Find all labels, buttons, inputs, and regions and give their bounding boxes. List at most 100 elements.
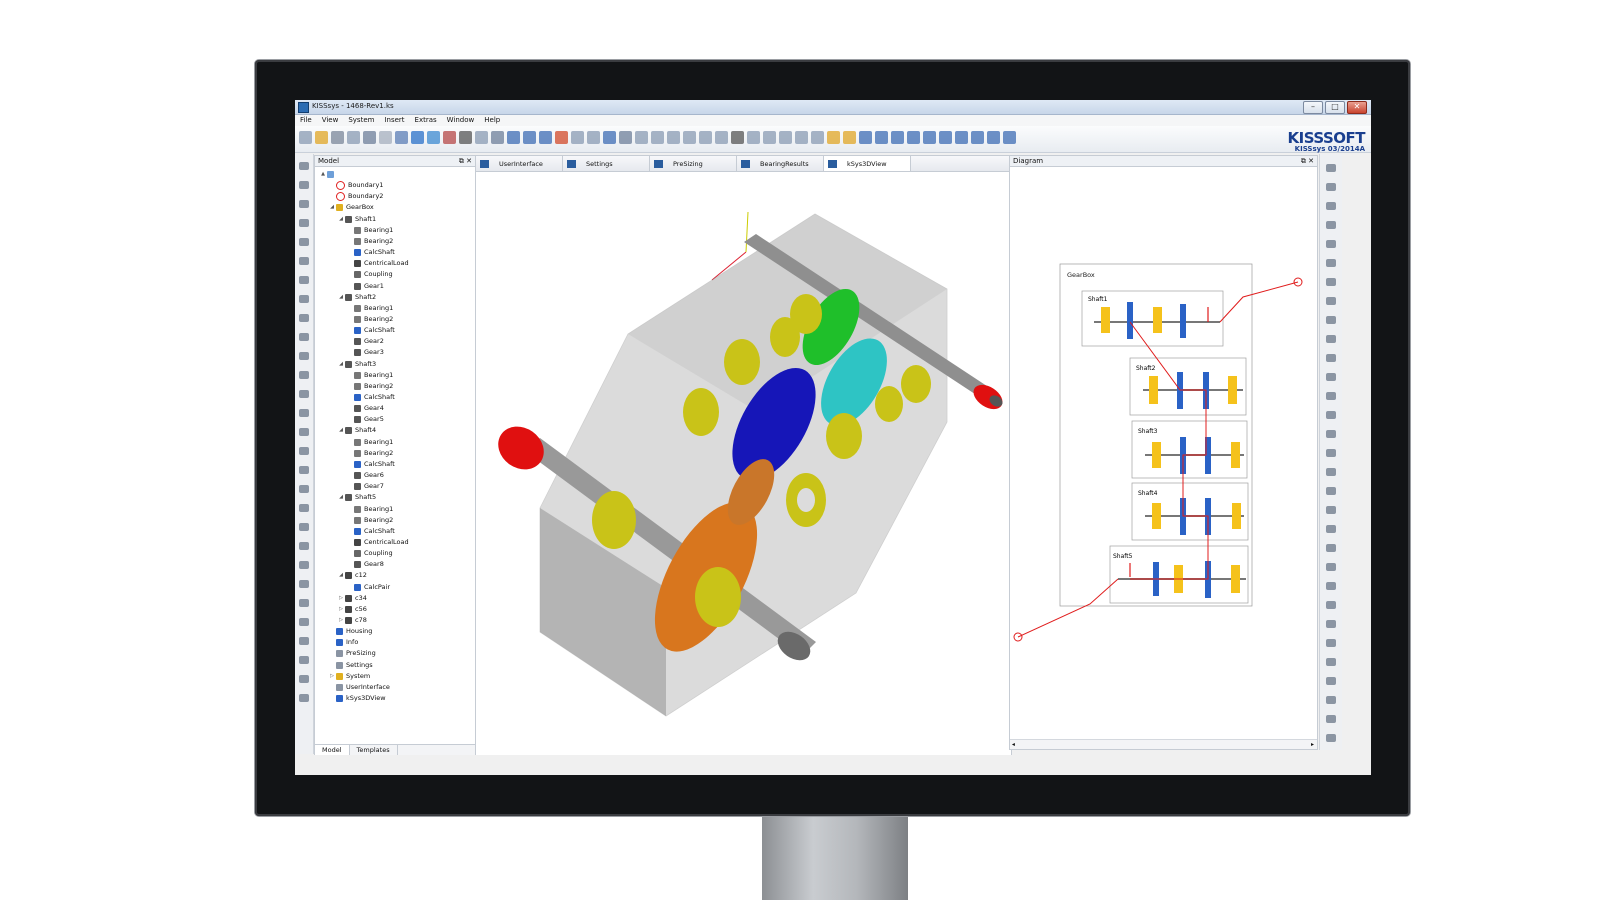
tree-item[interactable]: ◢ Shaft1 [337,214,376,225]
toolbar-tool-icon[interactable] [427,131,440,144]
tree-item[interactable]: ◢ Shaft5 [337,492,376,503]
toolbar-tool-icon[interactable] [571,131,584,144]
diagram-tool-icon[interactable] [1326,392,1336,400]
tree-item[interactable]: CalcPair [346,582,390,593]
tree-item[interactable]: Gear7 [346,481,384,492]
diagram-tool-icon[interactable] [1326,506,1336,514]
tree-item[interactable]: PreSizing [328,648,376,659]
toolbar-tool-icon[interactable] [523,131,536,144]
insert-element-icon[interactable] [299,257,309,265]
insert-element-icon[interactable] [299,656,309,664]
diagram-tool-icon[interactable] [1326,373,1336,381]
toolbar-tool-icon[interactable] [779,131,792,144]
tree-twisty-icon[interactable]: ▷ [328,671,336,682]
insert-element-icon[interactable] [299,295,309,303]
gearbox-3d-view[interactable] [476,172,1011,756]
tree-item[interactable]: Bearing1 [346,370,393,381]
diagram-tool-icon[interactable] [1326,677,1336,685]
insert-element-icon[interactable] [299,580,309,588]
insert-element-icon[interactable] [299,485,309,493]
minimize-icon[interactable]: – [1303,101,1323,114]
diagram-tool-icon[interactable] [1326,202,1336,210]
diagram-tool-icon[interactable] [1326,582,1336,590]
tab-settings[interactable]: Settings [563,156,650,171]
insert-element-icon[interactable] [299,219,309,227]
diagram-tool-icon[interactable] [1326,468,1336,476]
insert-element-icon[interactable] [299,542,309,550]
tree-item[interactable]: CalcShaft [346,247,395,258]
insert-element-icon[interactable] [299,371,309,379]
toolbar-tool-icon[interactable] [763,131,776,144]
toolbar-tool-icon[interactable] [587,131,600,144]
menu-system[interactable]: System [343,115,379,126]
tree-item[interactable]: Coupling [346,548,393,559]
tree-twisty-icon[interactable]: ◢ [337,214,345,225]
diagram-tool-icon[interactable] [1326,658,1336,666]
toolbar-tool-icon[interactable] [843,131,856,144]
toolbar-tool-icon[interactable] [795,131,808,144]
toolbar-tool-icon[interactable] [811,131,824,144]
insert-element-icon[interactable] [299,504,309,512]
toolbar-tool-icon[interactable] [507,131,520,144]
diagram-tool-icon[interactable] [1326,734,1336,742]
toolbar-tool-icon[interactable] [443,131,456,144]
diagram-tool-icon[interactable] [1326,183,1336,191]
insert-element-icon[interactable] [299,447,309,455]
insert-element-icon[interactable] [299,390,309,398]
toolbar-tool-icon[interactable] [475,131,488,144]
toolbar-tool-icon[interactable] [363,131,376,144]
tree-item[interactable]: Bearing1 [346,437,393,448]
tree-item[interactable]: ▷ System [328,671,370,682]
toolbar-tool-icon[interactable] [459,131,472,144]
tree-twisty-icon[interactable]: ◢ [337,492,345,503]
tree-twisty-icon[interactable]: ◢ [328,202,336,213]
tree-item[interactable]: CalcShaft [346,325,395,336]
tree-item[interactable]: Gear8 [346,559,384,570]
tree-item[interactable]: CalcShaft [346,459,395,470]
diagram-float-icon[interactable]: ⧉ [1301,157,1306,165]
diagram-tool-icon[interactable] [1326,620,1336,628]
tree-item[interactable]: Settings [328,660,373,671]
panel-close-icon[interactable]: ✕ [466,157,472,165]
tree-item[interactable]: Gear1 [346,281,384,292]
tree-item[interactable]: ▷ c78 [337,615,367,626]
insert-element-icon[interactable] [299,352,309,360]
tree-item[interactable]: CalcShaft [346,526,395,537]
toolbar-tool-icon[interactable] [875,131,888,144]
toolbar-tool-icon[interactable] [635,131,648,144]
tree-item[interactable]: Boundary2 [328,191,383,202]
diagram-close-icon[interactable]: ✕ [1308,157,1314,165]
insert-element-icon[interactable] [299,599,309,607]
toolbar-tool-icon[interactable] [651,131,664,144]
toolbar-tool-icon[interactable] [315,131,328,144]
tree-item[interactable]: Bearing2 [346,515,393,526]
tree-twisty-icon[interactable]: ▷ [337,604,345,615]
diagram-tool-icon[interactable] [1326,525,1336,533]
diagram-tool-icon[interactable] [1326,411,1336,419]
toolbar-tool-icon[interactable] [1003,131,1016,144]
toolbar-tool-icon[interactable] [827,131,840,144]
tree-twisty-icon[interactable]: ◢ [337,292,345,303]
tree-item[interactable]: Bearing2 [346,236,393,247]
tree-twisty-icon[interactable]: ▷ [337,615,345,626]
toolbar-tool-icon[interactable] [395,131,408,144]
tree-item[interactable]: CentricalLoad [346,258,409,269]
insert-element-icon[interactable] [299,181,309,189]
float-icon[interactable]: ⧉ [459,157,464,165]
close-icon[interactable]: ✕ [1347,101,1367,114]
toolbar-tool-icon[interactable] [923,131,936,144]
shaft-box-4[interactable]: Shaft4 [1131,482,1249,541]
insert-element-icon[interactable] [299,238,309,246]
toolbar-tool-icon[interactable] [731,131,744,144]
insert-element-icon[interactable] [299,618,309,626]
toolbar-tool-icon[interactable] [555,131,568,144]
diagram-tool-icon[interactable] [1326,715,1336,723]
tree-item[interactable]: CalcShaft [346,392,395,403]
tree-item[interactable]: Bearing1 [346,225,393,236]
tree-item[interactable]: Gear6 [346,470,384,481]
diagram-scrollbar[interactable]: ◂ ▸ [1010,739,1317,749]
tree-twisty-icon[interactable]: ◢ [337,425,345,436]
shaft-box-2[interactable]: Shaft2 [1129,357,1247,416]
diagram-tool-icon[interactable] [1326,430,1336,438]
toolbar-tool-icon[interactable] [539,131,552,144]
